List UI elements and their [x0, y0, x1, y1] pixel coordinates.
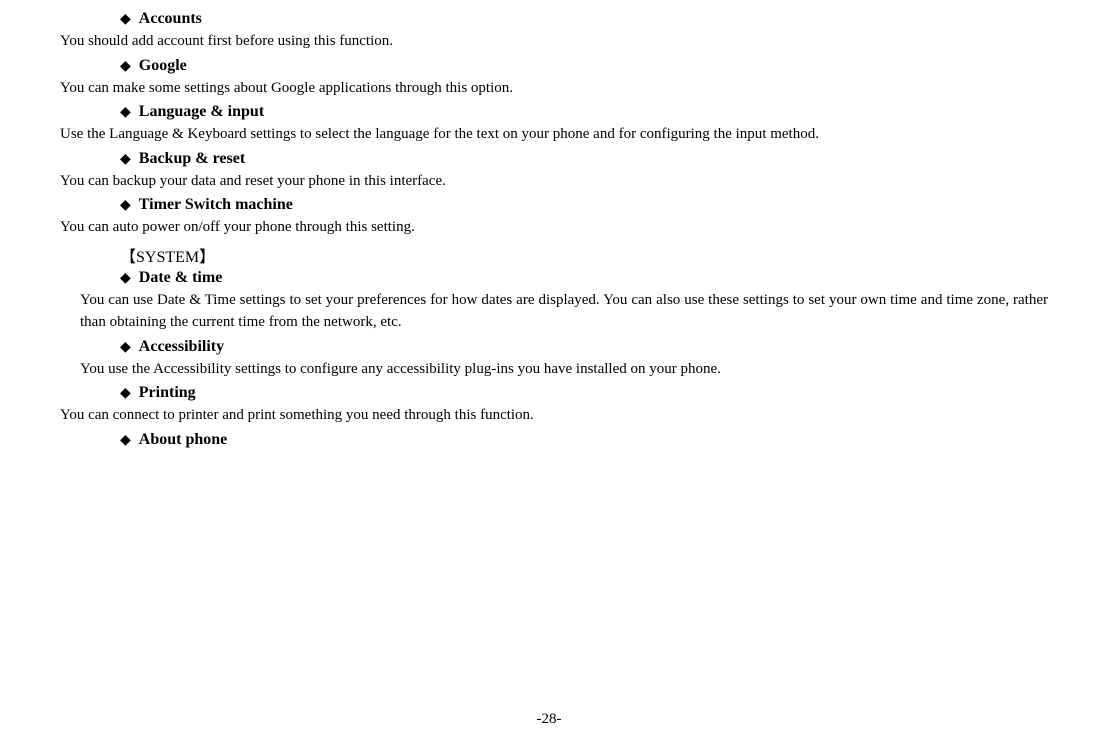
heading-timer: ◆ Timer Switch machine [40, 196, 1058, 214]
page-number: -28- [537, 711, 562, 728]
section-date: ◆ Date & time You can use Date & Time se… [40, 269, 1058, 334]
heading-accounts: ◆ Accounts [40, 10, 1058, 28]
heading-printing: ◆ Printing [40, 384, 1058, 402]
diamond-icon-accounts: ◆ [120, 11, 131, 28]
body-timer: You can auto power on/off your phone thr… [40, 216, 1058, 239]
section-language: ◆ Language & input Use the Language & Ke… [40, 103, 1058, 146]
body-google: You can make some settings about Google … [40, 77, 1058, 100]
section-accessibility: ◆ Accessibility You use the Accessibilit… [40, 338, 1058, 381]
heading-about: ◆ About phone [40, 431, 1058, 449]
heading-text-about: About phone [139, 431, 227, 449]
heading-google: ◆ Google [40, 57, 1058, 75]
heading-text-date: Date & time [139, 269, 223, 287]
heading-text-backup: Backup & reset [139, 150, 245, 168]
heading-accessibility: ◆ Accessibility [40, 338, 1058, 356]
heading-text-timer: Timer Switch machine [139, 196, 293, 214]
section-accounts: ◆ Accounts You should add account first … [40, 10, 1058, 53]
system-label: 【SYSTEM】 [40, 243, 1058, 267]
heading-text-language: Language & input [139, 103, 264, 121]
section-printing: ◆ Printing You can connect to printer an… [40, 384, 1058, 427]
diamond-icon-language: ◆ [120, 104, 131, 121]
diamond-icon-about: ◆ [120, 432, 131, 449]
diamond-icon-google: ◆ [120, 58, 131, 75]
section-timer: ◆ Timer Switch machine You can auto powe… [40, 196, 1058, 239]
heading-date: ◆ Date & time [40, 269, 1058, 287]
body-accessibility: You use the Accessibility settings to co… [40, 358, 1058, 381]
body-date: You can use Date & Time settings to set … [40, 289, 1058, 334]
section-backup: ◆ Backup & reset You can backup your dat… [40, 150, 1058, 193]
diamond-icon-printing: ◆ [120, 385, 131, 402]
body-backup: You can backup your data and reset your … [40, 170, 1058, 193]
diamond-icon-timer: ◆ [120, 197, 131, 214]
section-about: ◆ About phone [40, 431, 1058, 449]
heading-text-accounts: Accounts [139, 10, 202, 28]
page-content: ◆ Accounts You should add account first … [0, 0, 1098, 736]
body-language: Use the Language & Keyboard settings to … [40, 123, 1058, 146]
body-accounts: You should add account first before usin… [40, 30, 1058, 53]
heading-text-printing: Printing [139, 384, 196, 402]
diamond-icon-accessibility: ◆ [120, 339, 131, 356]
diamond-icon-date: ◆ [120, 270, 131, 287]
body-printing: You can connect to printer and print som… [40, 404, 1058, 427]
section-google: ◆ Google You can make some settings abou… [40, 57, 1058, 100]
heading-text-accessibility: Accessibility [139, 338, 224, 356]
heading-backup: ◆ Backup & reset [40, 150, 1058, 168]
diamond-icon-backup: ◆ [120, 151, 131, 168]
heading-text-google: Google [139, 57, 187, 75]
heading-language: ◆ Language & input [40, 103, 1058, 121]
